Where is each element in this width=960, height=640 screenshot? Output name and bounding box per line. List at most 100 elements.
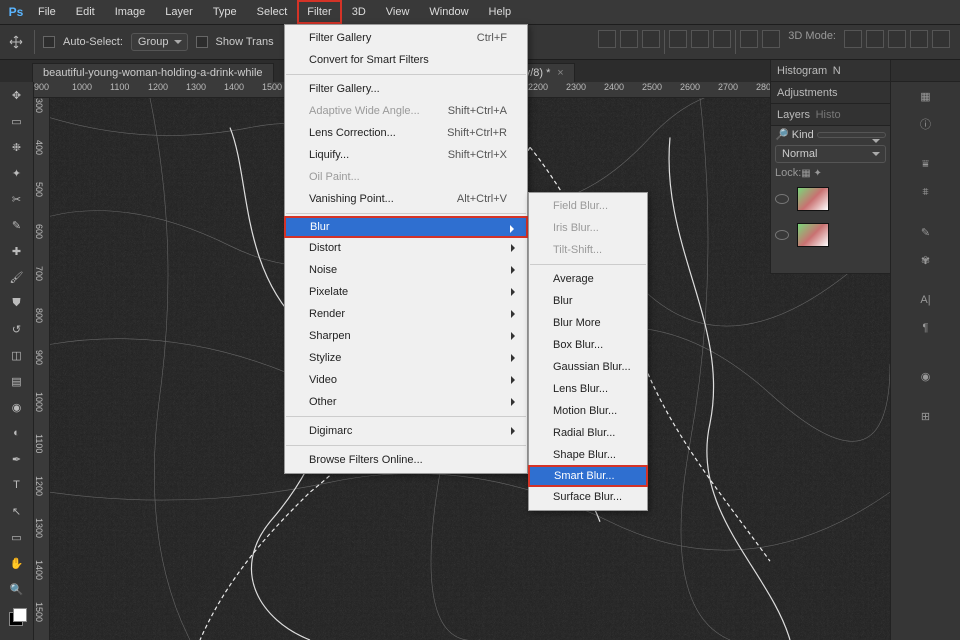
blend-mode[interactable]: Normal — [775, 145, 886, 163]
filter-blur[interactable]: Blur — [284, 216, 528, 238]
filter-item[interactable]: Lens Correction...Shift+Ctrl+R — [285, 122, 527, 144]
menu-image[interactable]: Image — [105, 0, 156, 24]
filter-pixelate[interactable]: Pixelate — [285, 281, 527, 303]
blur-blur[interactable]: Blur — [529, 290, 647, 312]
filter-render[interactable]: Render — [285, 303, 527, 325]
tool-stamp[interactable]: ⛊ — [5, 292, 29, 314]
auto-select-checkbox[interactable] — [43, 36, 55, 48]
blur-gaussian-blur-[interactable]: Gaussian Blur... — [529, 356, 647, 378]
paragraph-icon[interactable]: ⩨ — [891, 178, 960, 206]
blur-radial-blur-[interactable]: Radial Blur... — [529, 422, 647, 444]
filter-distort[interactable]: Distort — [285, 237, 527, 259]
close-tab-icon[interactable]: × — [557, 67, 563, 79]
menu-file[interactable]: File — [28, 0, 66, 24]
blur-blur-more[interactable]: Blur More — [529, 312, 647, 334]
digimarc[interactable]: Digimarc — [285, 420, 527, 442]
tool-path[interactable]: ↖ — [5, 500, 29, 522]
menu-edit[interactable]: Edit — [66, 0, 105, 24]
visibility-icon[interactable] — [775, 230, 789, 240]
timeline-icon[interactable]: ⊞ — [891, 402, 960, 430]
group-select[interactable]: Group — [131, 33, 188, 51]
menu-layer[interactable]: Layer — [155, 0, 203, 24]
filter-gallery-last[interactable]: Filter GalleryCtrl+F — [285, 27, 527, 49]
document-tab[interactable]: beautiful-young-woman-holding-a-drink-wh… — [32, 63, 274, 82]
tool-crop[interactable]: ✂ — [5, 188, 29, 210]
menu-select[interactable]: Select — [247, 0, 298, 24]
layer-row[interactable] — [771, 181, 890, 217]
move-tool-icon[interactable] — [6, 32, 26, 52]
show-transform-checkbox[interactable] — [196, 36, 208, 48]
tool-wand[interactable]: ✦ — [5, 162, 29, 184]
tab-history[interactable]: Histo — [816, 109, 841, 121]
dist-icon[interactable] — [762, 30, 780, 48]
type-icon[interactable]: A| — [891, 286, 960, 314]
filter-item[interactable]: Filter Gallery... — [285, 78, 527, 100]
tool-blur[interactable]: ◉ — [5, 396, 29, 418]
tab-histogram[interactable]: Histogram — [777, 65, 827, 77]
tool-dodge[interactable]: ◐ — [5, 422, 29, 444]
kind-filter[interactable] — [817, 132, 886, 138]
tool-gradient[interactable]: ▤ — [5, 370, 29, 392]
visibility-icon[interactable] — [775, 194, 789, 204]
clone-icon[interactable]: ✾ — [891, 246, 960, 274]
blur-average[interactable]: Average — [529, 268, 647, 290]
convert-smart-filters[interactable]: Convert for Smart Filters — [285, 49, 527, 71]
3d-icon[interactable] — [844, 30, 862, 48]
menu-window[interactable]: Window — [419, 0, 478, 24]
blur-box-blur-[interactable]: Box Blur... — [529, 334, 647, 356]
tool-shape[interactable]: ▭ — [5, 526, 29, 548]
tab-layers[interactable]: Layers — [777, 109, 810, 121]
align-icon[interactable] — [642, 30, 660, 48]
filter-other[interactable]: Other — [285, 391, 527, 413]
char-icon[interactable]: ⩸ — [891, 150, 960, 178]
para-icon[interactable]: ¶ — [891, 314, 960, 342]
menu-filter[interactable]: Filter — [297, 0, 341, 24]
menu-type[interactable]: Type — [203, 0, 247, 24]
align-icon[interactable] — [691, 30, 709, 48]
3d-icon[interactable] — [866, 30, 884, 48]
blur-shape-blur-[interactable]: Shape Blur... — [529, 444, 647, 466]
3d-icon[interactable] — [888, 30, 906, 48]
filter-stylize[interactable]: Stylize — [285, 347, 527, 369]
tool-patch[interactable]: ✚ — [5, 240, 29, 262]
align-icon[interactable] — [669, 30, 687, 48]
tool-lasso[interactable]: ❉ — [5, 136, 29, 158]
filter-video[interactable]: Video — [285, 369, 527, 391]
swatches-icon[interactable]: ▦ — [891, 82, 960, 110]
tool-eraser[interactable]: ◫ — [5, 344, 29, 366]
tool-move[interactable]: ✥ — [5, 84, 29, 106]
menu-help[interactable]: Help — [479, 0, 522, 24]
color-swatches[interactable] — [7, 610, 27, 626]
menu-3d[interactable]: 3D — [342, 0, 376, 24]
blur-lens-blur-[interactable]: Lens Blur... — [529, 378, 647, 400]
align-icon[interactable] — [598, 30, 616, 48]
filter-item[interactable]: Vanishing Point...Alt+Ctrl+V — [285, 188, 527, 210]
tool-marquee[interactable]: ▭ — [5, 110, 29, 132]
blur-surface-blur-[interactable]: Surface Blur... — [529, 486, 647, 508]
tab-adjustments[interactable]: Adjustments — [777, 87, 838, 99]
filter-item[interactable]: Liquify...Shift+Ctrl+X — [285, 144, 527, 166]
tool-zoom[interactable]: 🔍 — [5, 578, 29, 600]
align-icon[interactable] — [713, 30, 731, 48]
brush-icon[interactable]: ✎ — [891, 218, 960, 246]
menu-view[interactable]: View — [376, 0, 420, 24]
3d-icon[interactable]: ◉ — [891, 362, 960, 390]
dist-icon[interactable] — [740, 30, 758, 48]
blur-smart-blur-[interactable]: Smart Blur... — [528, 465, 648, 487]
tool-pen[interactable]: ✒ — [5, 448, 29, 470]
layer-row[interactable] — [771, 217, 890, 253]
tool-eyedropper[interactable]: ✎ — [5, 214, 29, 236]
filter-sharpen[interactable]: Sharpen — [285, 325, 527, 347]
tool-brush[interactable]: 🖌 — [5, 266, 29, 288]
info-icon[interactable]: ⓘ — [891, 110, 960, 138]
blur-motion-blur-[interactable]: Motion Blur... — [529, 400, 647, 422]
tab-navigator[interactable]: N — [833, 65, 841, 77]
3d-icon[interactable] — [910, 30, 928, 48]
3d-icon[interactable] — [932, 30, 950, 48]
align-icon[interactable] — [620, 30, 638, 48]
tool-history[interactable]: ↺ — [5, 318, 29, 340]
tool-type[interactable]: T — [5, 474, 29, 496]
filter-noise[interactable]: Noise — [285, 259, 527, 281]
tool-hand[interactable]: ✋ — [5, 552, 29, 574]
browse-filters-online[interactable]: Browse Filters Online... — [285, 449, 527, 471]
